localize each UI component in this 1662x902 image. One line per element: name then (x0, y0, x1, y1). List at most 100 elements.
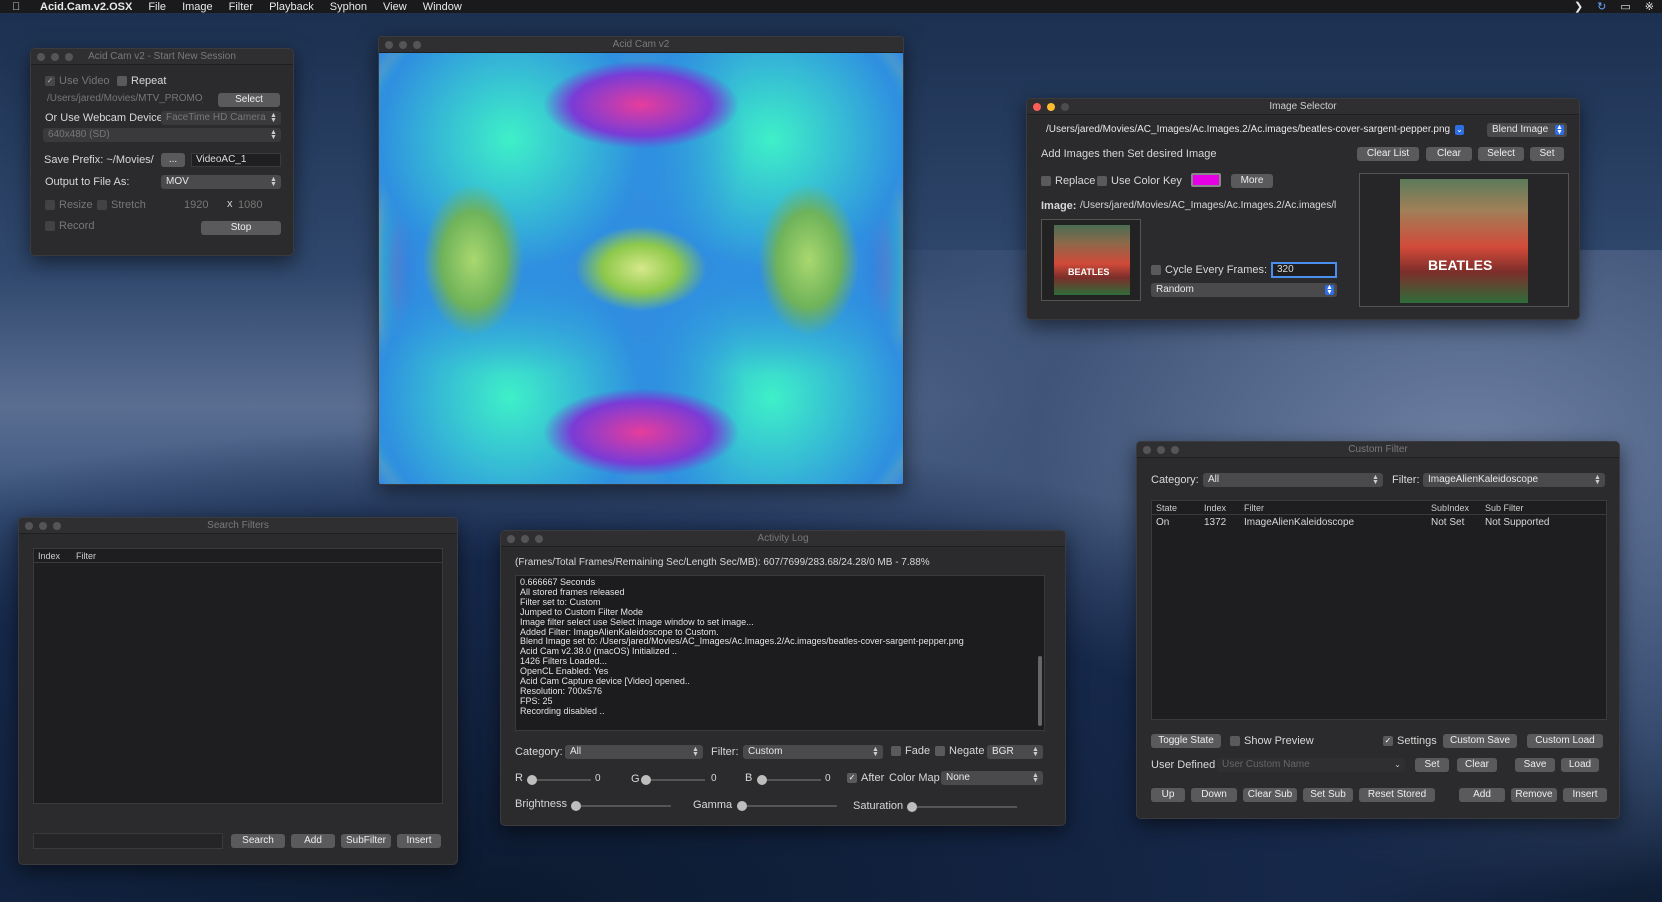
slider-knob[interactable] (527, 775, 537, 785)
set-sub-button[interactable]: Set Sub (1303, 788, 1353, 802)
log-output[interactable]: 0.666667 Seconds All stored frames relea… (515, 575, 1045, 731)
user-load-button[interactable]: Load (1561, 758, 1599, 772)
color-order-select[interactable]: BGR ▲ ▼ (987, 745, 1043, 759)
zoom-button[interactable] (53, 522, 61, 530)
clear-list-button[interactable]: Clear List (1357, 147, 1419, 161)
menu-window[interactable]: Window (423, 1, 462, 13)
clear-button[interactable]: Clear (1426, 147, 1472, 161)
more-button[interactable]: More (1231, 174, 1273, 188)
user-clear-button[interactable]: Clear (1457, 758, 1497, 772)
bluetooth-icon[interactable]: ※ (1645, 0, 1654, 13)
menu-file[interactable]: File (148, 1, 166, 13)
repeat-checkbox[interactable] (117, 76, 127, 86)
menu-view[interactable]: View (383, 1, 407, 13)
width-field[interactable]: 1920 (184, 199, 208, 211)
output-format-select[interactable]: MOV ▲ ▼ (161, 175, 281, 189)
set-button[interactable]: Set (1530, 147, 1564, 161)
minimize-button[interactable] (39, 522, 47, 530)
zoom-button[interactable] (65, 53, 73, 61)
close-button[interactable] (507, 535, 515, 543)
user-set-button[interactable]: Set (1415, 758, 1449, 772)
slider-knob[interactable] (907, 802, 917, 812)
column-header-state[interactable]: State (1156, 503, 1177, 513)
column-header-subfilter[interactable]: Sub Filter (1485, 503, 1524, 513)
close-button[interactable] (37, 53, 45, 61)
sync-icon[interactable]: ↻ (1597, 0, 1606, 13)
add-button[interactable]: Add (291, 834, 335, 848)
custom-load-button[interactable]: Custom Load (1527, 734, 1603, 748)
video-path-field[interactable]: /Users/jared/Movies/MTV_PROMO_E (43, 93, 203, 107)
settings-checkbox[interactable]: ✓ (1383, 736, 1393, 746)
column-header-index[interactable]: Index (38, 551, 60, 561)
color-map-select[interactable]: None ▲ ▼ (941, 771, 1043, 785)
gamma-slider[interactable] (737, 801, 837, 811)
down-button[interactable]: Down (1191, 788, 1237, 802)
menu-playback[interactable]: Playback (269, 1, 314, 13)
resolution-select[interactable]: 640x480 (SD) ▲ ▼ (43, 128, 281, 142)
select-button[interactable]: Select (1478, 147, 1524, 161)
fade-checkbox[interactable] (891, 746, 901, 756)
zoom-button[interactable] (1061, 103, 1069, 111)
close-button[interactable] (1033, 103, 1041, 111)
zoom-button[interactable] (535, 535, 543, 543)
color-key-swatch[interactable] (1191, 173, 1221, 187)
select-video-button[interactable]: Select (218, 93, 280, 107)
replace-checkbox[interactable] (1041, 176, 1051, 186)
search-button[interactable]: Search (231, 834, 285, 848)
slider-knob[interactable] (571, 801, 581, 811)
cycle-mode-select[interactable]: Random ▲ ▼ (1151, 283, 1337, 297)
menu-image[interactable]: Image (182, 1, 213, 13)
blend-mode-select[interactable]: Blend Image ▲ ▼ (1487, 123, 1567, 137)
prefix-field[interactable]: VideoAC_1 (191, 153, 281, 167)
minimize-button[interactable] (51, 53, 59, 61)
kaleidoscope-video-frame[interactable] (379, 53, 903, 484)
blue-slider[interactable] (757, 775, 821, 785)
height-field[interactable]: 1080 (238, 199, 262, 211)
cycle-checkbox[interactable] (1151, 265, 1161, 275)
scrollbar[interactable] (1038, 656, 1042, 726)
user-custom-name-select[interactable]: User Custom Name ⌄ (1217, 758, 1405, 772)
filter-table[interactable]: State Index Filter SubIndex Sub Filter O… (1151, 500, 1607, 720)
user-save-button[interactable]: Save (1515, 758, 1555, 772)
add-button[interactable]: Add (1459, 788, 1505, 802)
clear-sub-button[interactable]: Clear Sub (1243, 788, 1297, 802)
after-checkbox[interactable]: ✓ (847, 773, 857, 783)
minimize-button[interactable] (399, 41, 407, 49)
slider-knob[interactable] (641, 775, 651, 785)
remove-button[interactable]: Remove (1511, 788, 1557, 802)
zoom-button[interactable] (1171, 446, 1179, 454)
menu-syphon[interactable]: Syphon (330, 1, 367, 13)
minimize-button[interactable] (521, 535, 529, 543)
search-results-table[interactable]: Index Filter (33, 548, 443, 804)
zoom-button[interactable] (413, 41, 421, 49)
use-video-checkbox[interactable]: ✓ (45, 76, 55, 86)
close-button[interactable] (1143, 446, 1151, 454)
show-preview-checkbox[interactable] (1230, 736, 1240, 746)
minimize-button[interactable] (1157, 446, 1165, 454)
menu-app-name[interactable]: Acid.Cam.v2.OSX (40, 1, 132, 13)
negate-checkbox[interactable] (935, 746, 945, 756)
close-button[interactable] (25, 522, 33, 530)
up-button[interactable]: Up (1151, 788, 1185, 802)
column-header-subindex[interactable]: SubIndex (1431, 503, 1469, 513)
column-header-filter[interactable]: Filter (76, 551, 96, 561)
reset-stored-button[interactable]: Reset Stored (1359, 788, 1435, 802)
stretch-checkbox[interactable] (97, 200, 107, 210)
column-header-filter[interactable]: Filter (1244, 503, 1264, 513)
menu-filter[interactable]: Filter (229, 1, 253, 13)
close-button[interactable] (385, 41, 393, 49)
minimize-button[interactable] (1047, 103, 1055, 111)
column-header-index[interactable]: Index (1204, 503, 1226, 513)
use-color-key-checkbox[interactable] (1097, 176, 1107, 186)
filter-select[interactable]: ImageAlienKaleidoscope ▲ ▼ (1423, 473, 1605, 487)
browse-button[interactable]: ... (161, 153, 185, 167)
log-category-select[interactable]: All ▲ ▼ (565, 745, 703, 759)
toggle-state-button[interactable]: Toggle State (1151, 734, 1221, 748)
category-select[interactable]: All ▲ ▼ (1203, 473, 1383, 487)
slider-knob[interactable] (737, 801, 747, 811)
search-input[interactable] (33, 833, 223, 849)
image-path-select[interactable]: /Users/jared/Movies/AC_Images/Ac.Images.… (1041, 123, 1467, 137)
slider-knob[interactable] (757, 775, 767, 785)
airplay-icon[interactable]: ▭ (1620, 0, 1630, 13)
webcam-select[interactable]: FaceTime HD Camera ▲ ▼ (161, 111, 281, 125)
